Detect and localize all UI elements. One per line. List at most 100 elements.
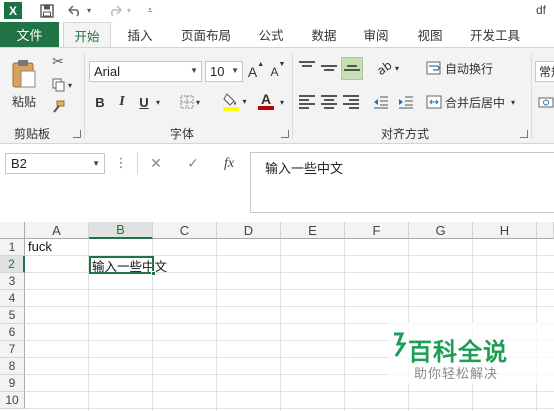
- cell-a1[interactable]: fuck: [28, 239, 52, 254]
- tab-view[interactable]: 视图: [408, 22, 452, 47]
- gridline: [25, 306, 554, 307]
- tab-review[interactable]: 审阅: [354, 22, 398, 47]
- align-bottom-button[interactable]: [341, 57, 363, 80]
- bold-button[interactable]: B: [93, 92, 107, 112]
- accounting-format-button[interactable]: [537, 92, 554, 112]
- row-header-4[interactable]: 4: [0, 290, 25, 307]
- font-color-letter: A: [260, 91, 272, 107]
- row-header-3[interactable]: 3: [0, 273, 25, 290]
- decrease-indent-button[interactable]: [371, 92, 391, 112]
- decrease-indent-icon: [374, 96, 388, 109]
- column-header-g[interactable]: G: [409, 222, 473, 239]
- name-box[interactable]: B2 ▼: [5, 153, 105, 174]
- cut-button[interactable]: ✂: [48, 53, 68, 71]
- underline-dropdown-icon[interactable]: ▾: [153, 94, 163, 110]
- redo-dropdown-icon[interactable]: ▾: [124, 2, 134, 19]
- increase-indent-button[interactable]: [396, 92, 416, 112]
- more-options-icon[interactable]: ⋮: [114, 153, 128, 174]
- clipboard-launcher-icon[interactable]: [73, 130, 81, 138]
- title-bar: X ▾ ▾ ⩡ df: [0, 0, 554, 22]
- wrap-text-button[interactable]: 自动换行: [426, 58, 498, 78]
- ribbon-tabs: 文件 开始 插入 页面布局 公式 数据 审阅 视图 开发工具: [0, 22, 554, 48]
- align-top-icon: [299, 61, 315, 75]
- align-right-button[interactable]: [341, 92, 361, 112]
- format-painter-button[interactable]: [48, 98, 68, 116]
- grow-font-button[interactable]: A ▲: [248, 61, 264, 82]
- number-format-select[interactable]: 常规: [535, 61, 554, 82]
- merge-center-button[interactable]: 合并后居中 ▾: [426, 92, 526, 112]
- font-color-dropdown-icon[interactable]: ▾: [277, 94, 287, 110]
- underline-button[interactable]: U: [137, 92, 151, 112]
- tab-data[interactable]: 数据: [302, 22, 346, 47]
- tab-page-layout[interactable]: 页面布局: [171, 22, 241, 47]
- align-left-button[interactable]: [297, 92, 317, 112]
- merge-cells-icon: [426, 95, 442, 109]
- row-header-8[interactable]: 8: [0, 358, 25, 375]
- row-header-1[interactable]: 1: [0, 239, 25, 256]
- insert-function-button[interactable]: fx: [218, 153, 240, 174]
- grow-font-label: A: [247, 63, 258, 80]
- formula-input[interactable]: 输入一些中文: [250, 152, 554, 213]
- align-right-icon: [343, 95, 359, 109]
- cancel-edit-icon[interactable]: ✕: [146, 153, 166, 174]
- align-left-icon: [299, 95, 315, 109]
- font-size-select[interactable]: 10 ▼: [205, 61, 243, 82]
- merge-center-label: 合并后居中: [445, 95, 506, 110]
- customize-qat-icon[interactable]: ⩡: [144, 2, 156, 19]
- excel-logo-icon[interactable]: X: [4, 2, 22, 19]
- chevron-down-icon: ▾: [242, 96, 247, 106]
- row-header-5[interactable]: 5: [0, 307, 25, 324]
- paste-icon: [12, 59, 36, 87]
- row-header-6[interactable]: 6: [0, 324, 25, 341]
- italic-button[interactable]: I: [115, 92, 129, 112]
- tab-file[interactable]: 文件: [0, 22, 59, 47]
- watermark-title: 百科全说: [408, 338, 508, 366]
- column-header-i[interactable]: [537, 222, 554, 239]
- copy-button[interactable]: ▾: [48, 76, 76, 94]
- group-separator: [84, 53, 85, 139]
- font-name-select[interactable]: Arial ▼: [89, 61, 202, 82]
- undo-icon[interactable]: [66, 2, 84, 19]
- accounting-icon: [538, 97, 553, 108]
- font-size-value: 10: [210, 64, 225, 79]
- fill-color-button[interactable]: ▾: [220, 90, 250, 112]
- tab-formulas[interactable]: 公式: [249, 22, 293, 47]
- gridline: [25, 408, 554, 409]
- font-name-value: Arial: [94, 64, 121, 79]
- shrink-font-button[interactable]: A ▼: [270, 61, 286, 82]
- row-header-2[interactable]: 2: [0, 256, 25, 273]
- borders-icon: [180, 95, 194, 109]
- alignment-launcher-icon[interactable]: [520, 130, 528, 138]
- column-header-f[interactable]: F: [345, 222, 409, 239]
- column-header-b[interactable]: B: [89, 222, 153, 239]
- column-header-c[interactable]: C: [153, 222, 217, 239]
- formula-bar-separator: [137, 152, 138, 175]
- chevron-down-icon: ▼: [92, 159, 100, 168]
- row-header-10[interactable]: 10: [0, 392, 25, 409]
- column-header-a[interactable]: A: [25, 222, 89, 239]
- tab-home[interactable]: 开始: [63, 22, 111, 48]
- row-header-9[interactable]: 9: [0, 375, 25, 392]
- tab-developer[interactable]: 开发工具: [462, 22, 528, 47]
- align-middle-button[interactable]: [319, 58, 339, 78]
- column-header-e[interactable]: E: [281, 222, 345, 239]
- ribbon-home: 粘贴 ✂ ▾ 剪贴板 Arial ▼ 10 ▼ A ▲ A ▼ B I U ▾ ▾ …: [0, 47, 554, 144]
- align-top-button[interactable]: [297, 58, 317, 78]
- paste-button[interactable]: 粘贴: [6, 54, 42, 114]
- column-header-d[interactable]: D: [217, 222, 281, 239]
- confirm-edit-icon[interactable]: ✓: [183, 153, 203, 174]
- column-header-h[interactable]: H: [473, 222, 537, 239]
- font-launcher-icon[interactable]: [281, 130, 289, 138]
- tab-insert[interactable]: 插入: [118, 22, 162, 47]
- align-center-button[interactable]: [319, 92, 339, 112]
- select-all-corner[interactable]: [0, 222, 25, 239]
- document-title: df: [536, 3, 547, 17]
- fill-handle[interactable]: [151, 271, 156, 276]
- borders-button[interactable]: ▾: [177, 92, 203, 112]
- redo-icon[interactable]: [106, 2, 124, 19]
- undo-dropdown-icon[interactable]: ▾: [84, 2, 94, 19]
- save-icon[interactable]: [38, 2, 56, 19]
- copy-icon: [52, 78, 65, 92]
- orientation-button[interactable]: ab ▾: [373, 58, 403, 78]
- row-header-7[interactable]: 7: [0, 341, 25, 358]
